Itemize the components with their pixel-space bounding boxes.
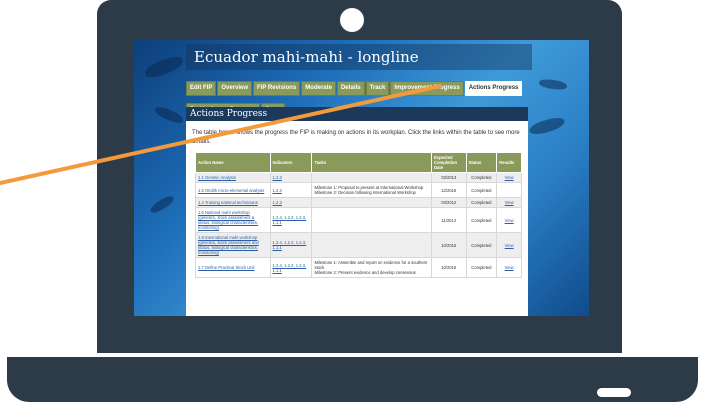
tab-overview[interactable]: Overview: [217, 81, 253, 96]
status-cell: Completed: [465, 207, 498, 233]
table-row: 1.1 Genetic Analysis 1.2.3 03/2013 Compl…: [195, 172, 522, 183]
col-indicators: Indicators: [269, 152, 313, 173]
view-link[interactable]: View: [505, 200, 514, 205]
action-link[interactable]: 1.4 Training national technicians: [198, 200, 258, 205]
status-cell: Completed: [465, 197, 498, 208]
date-cell: 12/2016: [430, 182, 467, 198]
indicator-link[interactable]: 1.2.3: [273, 175, 282, 180]
status-cell: Completed: [465, 172, 498, 183]
fish-silhouette: [538, 77, 568, 92]
tasks-cell: Milestone 1: Assemble and report on evid…: [311, 257, 432, 278]
actions-panel: The table below shows the progress the F…: [186, 121, 528, 316]
action-link[interactable]: 1.1 Genetic Analysis: [198, 175, 236, 180]
status-cell: Completed: [465, 232, 498, 258]
tab-track[interactable]: Track: [365, 81, 390, 96]
tab-details[interactable]: Details: [336, 81, 365, 96]
section-title: Actions Progress: [186, 107, 528, 121]
tasks-cell: Milestone 1: Proposal to present at Inte…: [311, 182, 432, 198]
status-cell: Completed: [465, 257, 498, 278]
view-link[interactable]: View: [505, 265, 514, 270]
tasks-cell: [311, 207, 432, 233]
table-row: 1.6 National mahi workshop (genetics, st…: [195, 207, 522, 233]
fish-silhouette: [142, 53, 186, 81]
date-cell: 03/2012: [430, 197, 467, 208]
action-link[interactable]: 1.8 International mahi workshop (genetic…: [198, 235, 259, 255]
action-link[interactable]: 1.7 Define Practical Stock Unit: [198, 265, 255, 270]
date-cell: 03/2013: [430, 172, 467, 183]
view-link[interactable]: View: [505, 175, 514, 180]
table-row: 1.8 International mahi workshop (genetic…: [195, 232, 522, 258]
tab-fip-revisions[interactable]: FIP Revisions: [253, 81, 301, 96]
date-cell: 10/2015: [430, 232, 467, 258]
fish-silhouette: [153, 104, 185, 126]
camera-icon: [340, 8, 364, 32]
date-cell: 11/2012: [430, 207, 467, 233]
table-row: 1.7 Define Practical Stock Unit 1.2.4, 1…: [195, 257, 522, 278]
table-row: 1.4 Training national technicians 1.2.3 …: [195, 197, 522, 208]
view-link[interactable]: View: [505, 218, 514, 223]
indicator-link[interactable]: 1.2.3: [273, 200, 282, 205]
tasks-cell: [311, 197, 432, 208]
col-action-name: Action Name: [195, 152, 271, 173]
fish-silhouette: [148, 194, 176, 215]
action-link[interactable]: 1.5 Otolith micro-elemental analysis: [198, 188, 264, 193]
table-header-row: Action Name Indicators Tasks Expected Co…: [195, 152, 522, 173]
tab-improvement-progress[interactable]: Improvement Progress: [390, 81, 464, 96]
intro-text: The table below shows the progress the F…: [192, 130, 520, 145]
tasks-cell: [311, 232, 432, 258]
fish-silhouette: [528, 115, 566, 137]
status-cell: Completed: [465, 182, 498, 198]
table-row: 1.5 Otolith micro-elemental analysis 1.2…: [195, 182, 522, 198]
indicator-link[interactable]: 1.2.4, 1.2.2, 1.2.3, 1.1.1: [273, 263, 307, 273]
view-link[interactable]: View: [505, 243, 514, 248]
action-link[interactable]: 1.6 National mahi workshop (genetics, st…: [198, 210, 258, 230]
page-title: Ecuador mahi-mahi - longline: [186, 44, 532, 70]
tab-actions-progress[interactable]: Actions Progress: [464, 81, 523, 96]
laptop-base: [7, 357, 698, 402]
col-results: Results: [496, 152, 522, 173]
tab-edit-fip[interactable]: Edit FIP: [186, 81, 217, 96]
date-cell: 10/2015: [430, 257, 467, 278]
indicator-link[interactable]: 1.2.3: [273, 188, 282, 193]
laptop-screen: Ecuador mahi-mahi - longline Edit FIP Ove…: [134, 40, 589, 316]
col-expected-date: Expected Completion Date: [430, 152, 467, 173]
tab-moderate[interactable]: Moderate: [301, 81, 336, 96]
actions-table: Action Name Indicators Tasks Expected Co…: [195, 152, 522, 278]
indicator-link[interactable]: 1.2.4, 1.2.2, 1.2.3, 1.1.1: [273, 215, 307, 225]
indicator-link[interactable]: 1.2.4, 1.2.2, 1.2.3, 1.1.1: [273, 240, 307, 250]
trackpad-notch: [597, 388, 631, 397]
tasks-cell: [311, 172, 432, 183]
col-tasks: Tasks: [311, 152, 432, 173]
col-status: Status: [465, 152, 498, 173]
